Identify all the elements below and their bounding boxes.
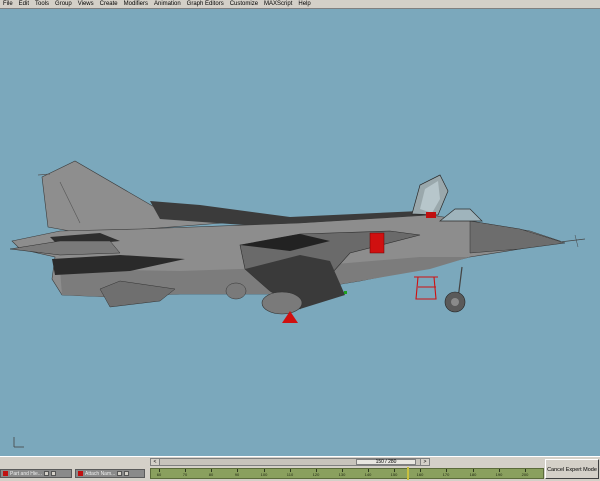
restore-icon[interactable] [117,471,123,476]
trackbar-tick-label: 200 [521,472,529,477]
canopy [439,208,483,222]
trackbar[interactable]: 60 70 80 90 100 110 120 130 140 150 160 170 180 190 20… [150,467,544,480]
trackbar-tick-label: 180 [469,472,477,477]
jet-model-render [9,160,586,448]
bottom-panel: < 150 / 280 > Part and Hie... Attach Nam… [0,456,600,481]
taskbar: Part and Hie... Attach Nam... [0,469,148,479]
menu-tools[interactable]: Tools [32,0,52,9]
menu-animation[interactable]: Animation [151,0,184,9]
menu-file[interactable]: File [0,0,16,9]
taskbar-item-label: Attach Nam... [85,470,116,477]
menu-group[interactable]: Group [52,0,75,9]
time-slider-thumb[interactable]: 150 / 280 [356,459,416,465]
menu-customize[interactable]: Customize [227,0,261,9]
taskbar-item-part-and-hierarchy[interactable]: Part and Hie... [0,469,72,478]
trackbar-tick-label: 170 [442,472,450,477]
time-slider-prev-button[interactable]: < [151,459,160,465]
trackbar-tick-label: 90 [234,472,240,477]
close-icon[interactable] [124,471,130,476]
trackbar-tick-label: 160 [416,472,424,477]
menu-views[interactable]: Views [75,0,97,9]
menu-maxscript[interactable]: MAXScript [261,0,295,9]
menu-bar: File Edit Tools Group Views Create Modif… [0,0,600,9]
trackbar-tick-label: 70 [182,472,188,477]
taskbar-item-attach-name[interactable]: Attach Nam... [75,469,145,478]
trackbar-tick-label: 130 [338,472,346,477]
menu-modifiers[interactable]: Modifiers [121,0,151,9]
menu-graph-editors[interactable]: Graph Editors [184,0,227,9]
axis-tripod-icon [13,437,24,448]
time-slider-next-button[interactable]: > [420,459,429,465]
cancel-expert-mode-button[interactable]: Cancel Expert Mode [545,459,599,479]
taskbar-item-label: Part and Hie... [10,470,42,477]
trackbar-tick-label: 100 [260,472,268,477]
perspective-viewport[interactable] [0,9,600,456]
script-icon [78,471,83,476]
trackbar-tick-label: 80 [208,472,214,477]
trackbar-tick-label: 110 [286,472,294,477]
nose-cone [469,220,566,254]
trackbar-tick-label: 150 [390,472,398,477]
red-panel [369,232,385,254]
trackbar-tick-label: 120 [312,472,320,477]
menu-edit[interactable]: Edit [16,0,32,9]
script-icon [3,471,8,476]
trackbar-cursor[interactable] [407,467,409,480]
restore-icon[interactable] [43,471,49,476]
trackbar-tick-label: 190 [495,472,503,477]
close-icon[interactable] [50,471,56,476]
menu-create[interactable]: Create [97,0,121,9]
time-slider[interactable]: < 150 / 280 > [150,458,430,466]
trackbar-tick-label: 60 [156,472,162,477]
fuel-tank [261,291,303,315]
trackbar-tick-label: 140 [364,472,372,477]
menu-help[interactable]: Help [295,0,313,9]
landing-gear-frame [414,276,438,300]
